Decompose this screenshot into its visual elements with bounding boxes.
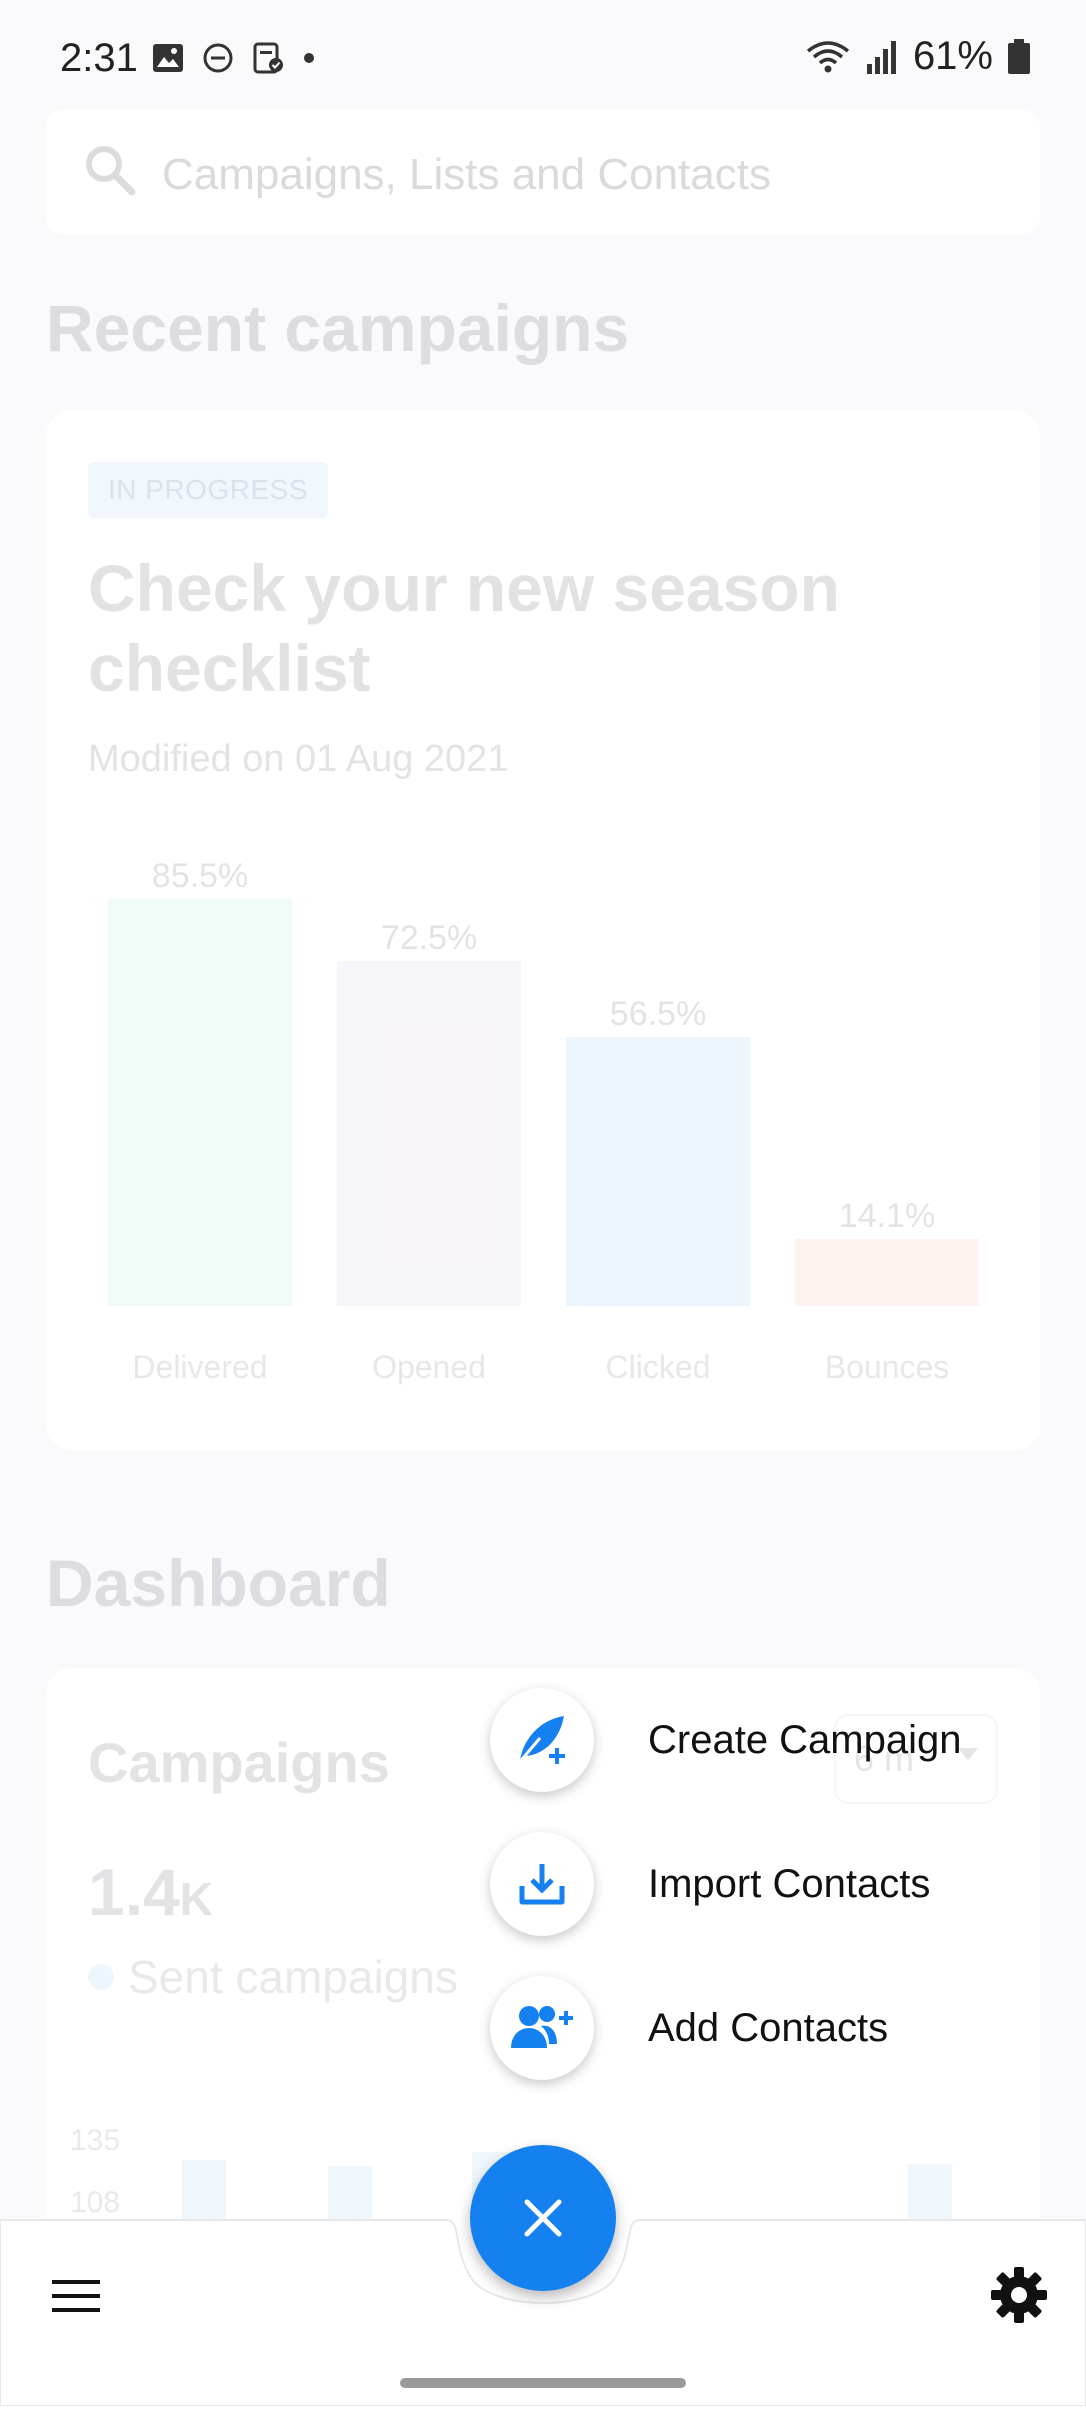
create-campaign-button[interactable] <box>490 1688 594 1792</box>
notification-icons <box>152 42 316 74</box>
task-icon <box>253 42 283 74</box>
image-icon <box>153 44 183 72</box>
import-contacts-label: Import Contacts <box>648 1861 931 1906</box>
close-fab-button[interactable] <box>470 2145 616 2291</box>
dot-icon <box>304 53 314 63</box>
menu-icon[interactable] <box>52 2272 100 2320</box>
home-indicator[interactable] <box>400 2378 686 2388</box>
close-icon <box>524 2199 562 2237</box>
create-campaign-action[interactable]: Create Campaign <box>490 1688 962 1792</box>
import-contacts-action[interactable]: Import Contacts <box>490 1832 930 1936</box>
signal-icon <box>866 40 896 74</box>
add-contacts-action[interactable]: Add Contacts <box>490 1976 888 2080</box>
wifi-icon <box>806 40 850 72</box>
add-contacts-button[interactable] <box>490 1976 594 2080</box>
add-users-icon <box>511 2006 573 2048</box>
status-right: 61% <box>805 34 1031 79</box>
create-campaign-label: Create Campaign <box>648 1717 962 1762</box>
feather-plus-icon <box>516 1716 565 1765</box>
add-contacts-label: Add Contacts <box>648 2005 889 2050</box>
dnd-icon <box>203 43 233 73</box>
settings-gear-icon[interactable] <box>990 2266 1048 2324</box>
status-bar: 2:31 61% <box>0 0 1086 110</box>
download-tray-icon <box>519 1864 565 1905</box>
import-contacts-button[interactable] <box>490 1832 594 1936</box>
battery-percent: 61% <box>912 34 993 78</box>
battery-icon <box>1008 38 1030 74</box>
app-screen: 2:31 61% Campaigns, Lists and Contacts R… <box>0 0 1086 2428</box>
status-time: 2:31 <box>60 36 138 80</box>
